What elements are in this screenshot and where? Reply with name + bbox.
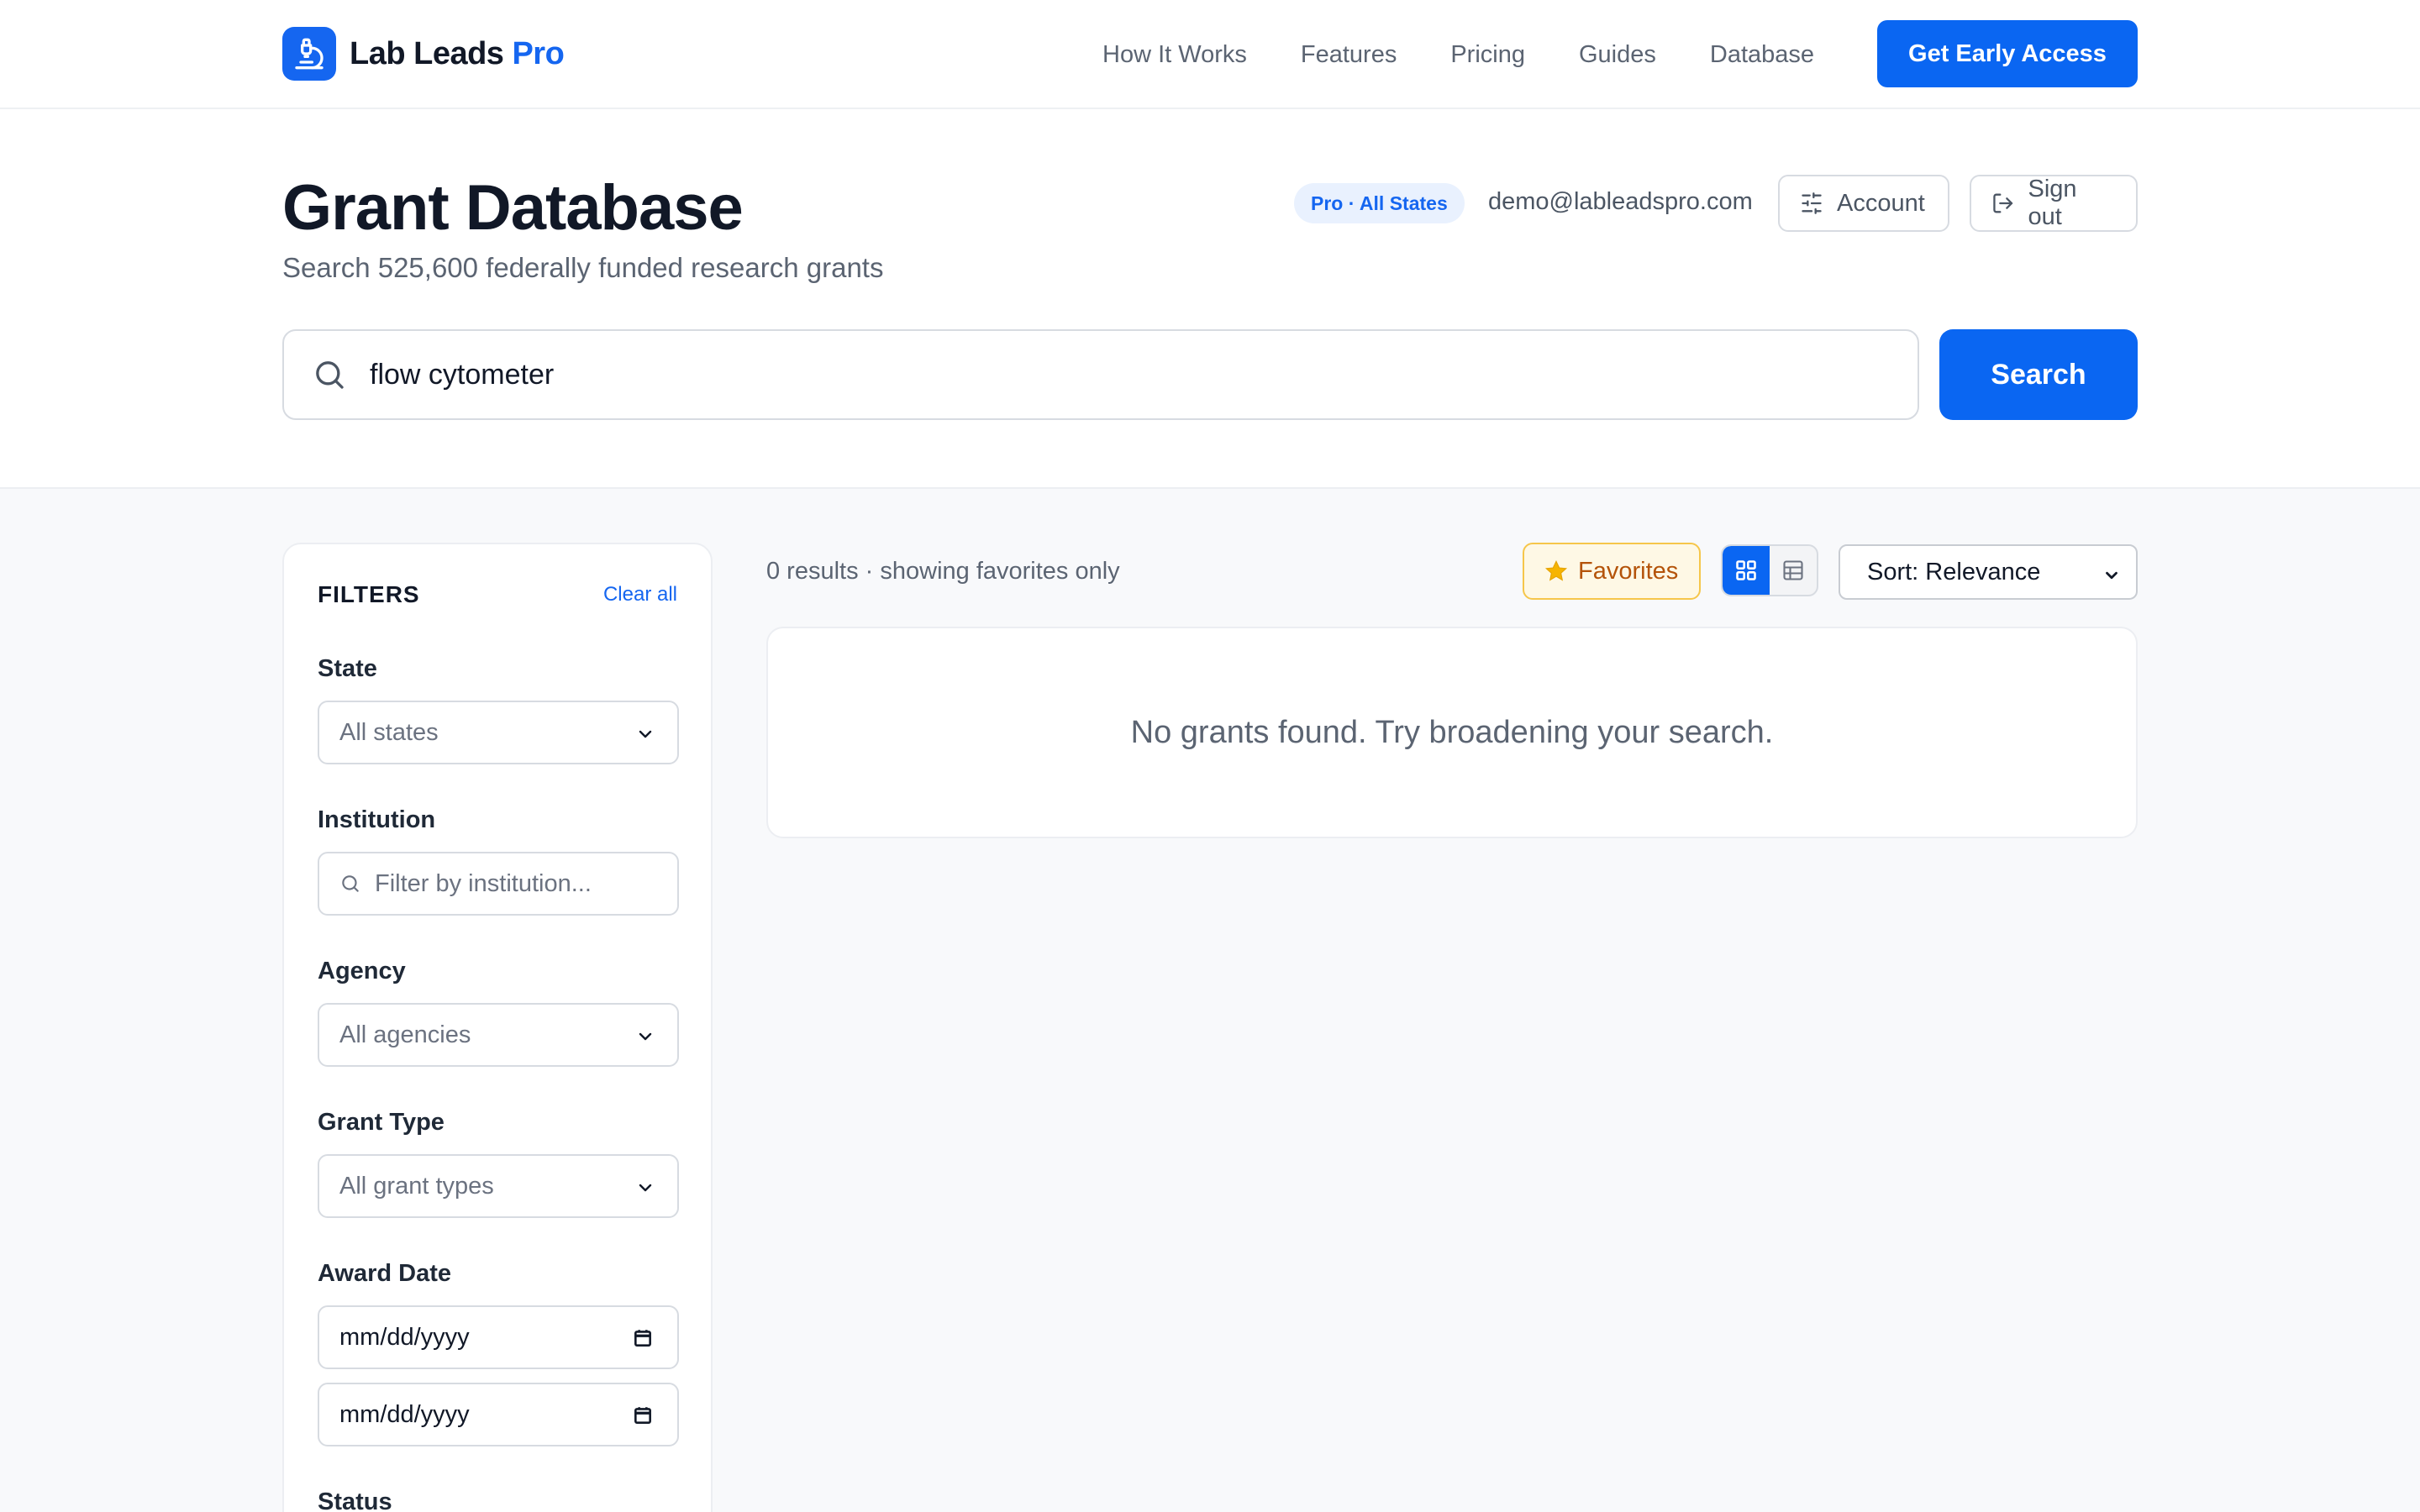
- nav-links: How It Works Features Pricing Guides Dat…: [1102, 0, 1814, 109]
- brand-name: Lab Leads Pro: [350, 35, 565, 71]
- filters-panel: FILTERS Clear all State All states Insti…: [282, 543, 713, 1512]
- star-icon: [1544, 559, 1568, 581]
- empty-results-card: No grants found. Try broadening your sea…: [766, 627, 2138, 838]
- chevron-down-icon: [639, 1032, 652, 1041]
- status-label: Status: [318, 1488, 392, 1512]
- sign-out-button-label: Sign out: [2028, 176, 2077, 230]
- sort-select[interactable]: Sort: Relevance: [1839, 544, 2138, 600]
- award-date-from-value: mm/dd/yyyy: [339, 1323, 470, 1351]
- agency-select[interactable]: All agencies: [318, 1003, 679, 1067]
- state-select-value: All states: [339, 718, 439, 746]
- nav-link-pricing[interactable]: Pricing: [1450, 41, 1525, 69]
- search-icon: [316, 361, 344, 389]
- page-subtitle: Search 525,600 federally funded research…: [282, 252, 884, 283]
- nav-link-database[interactable]: Database: [1710, 41, 1814, 69]
- search-button[interactable]: Search: [1939, 329, 2138, 420]
- get-early-access-button[interactable]: Get Early Access: [1877, 20, 2138, 87]
- institution-placeholder: Filter by institution...: [375, 869, 592, 897]
- view-toggle: [1721, 544, 1818, 596]
- grid-icon: [1736, 560, 1756, 580]
- state-select[interactable]: All states: [318, 701, 679, 764]
- sliders-icon: [1802, 192, 1822, 214]
- account-button-label: Account: [1837, 189, 1925, 217]
- page-header: Grant Database Search 525,600 federally …: [0, 109, 2420, 489]
- search-input[interactable]: [370, 358, 1798, 391]
- favorites-label: Favorites: [1578, 557, 1679, 585]
- award-date-label: Award Date: [318, 1260, 452, 1287]
- grid-view-button[interactable]: [1723, 546, 1770, 595]
- favorites-toggle-button[interactable]: Favorites: [1523, 543, 1701, 600]
- log-out-icon: [1993, 193, 2013, 213]
- account-button[interactable]: Account: [1778, 175, 1949, 232]
- calendar-icon[interactable]: [632, 1327, 654, 1349]
- search-box: [282, 329, 1919, 420]
- agency-select-value: All agencies: [339, 1021, 471, 1048]
- nav-link-guides[interactable]: Guides: [1579, 41, 1656, 69]
- page: Lab Leads Pro How It Works Features Prici…: [0, 0, 2420, 1512]
- calendar-icon[interactable]: [632, 1404, 654, 1426]
- table-icon: [1783, 560, 1803, 580]
- page-title: Grant Database: [282, 172, 744, 244]
- chevron-down-icon: [2106, 571, 2118, 580]
- grant-type-select-value: All grant types: [339, 1172, 494, 1200]
- sign-out-button[interactable]: Sign out: [1970, 175, 2138, 232]
- clear-all-link[interactable]: Clear all: [603, 583, 677, 606]
- institution-filter-input[interactable]: Filter by institution...: [318, 852, 679, 916]
- top-navbar: Lab Leads Pro How It Works Features Prici…: [0, 0, 2420, 109]
- grant-type-label: Grant Type: [318, 1109, 445, 1136]
- agency-label: Agency: [318, 958, 406, 984]
- award-date-to-value: mm/dd/yyyy: [339, 1400, 470, 1428]
- brand[interactable]: Lab Leads Pro: [282, 26, 565, 81]
- results-summary: 0 results · showing favorites only: [766, 558, 1120, 585]
- brand-accent: Pro: [512, 35, 565, 71]
- award-date-to-input[interactable]: mm/dd/yyyy: [318, 1383, 679, 1446]
- search-icon: [342, 875, 359, 892]
- sort-select-value: Sort: Relevance: [1867, 558, 2041, 585]
- nav-link-how-it-works[interactable]: How It Works: [1102, 41, 1247, 69]
- grant-type-select[interactable]: All grant types: [318, 1154, 679, 1218]
- chevron-down-icon: [639, 1184, 652, 1192]
- user-email: demo@lableadspro.com: [1488, 188, 1753, 215]
- state-label: State: [318, 655, 377, 682]
- plan-badge: Pro · All States: [1294, 183, 1465, 223]
- nav-link-features[interactable]: Features: [1301, 41, 1397, 69]
- chevron-down-icon: [639, 730, 652, 738]
- table-view-button[interactable]: [1770, 546, 1817, 595]
- institution-label: Institution: [318, 806, 436, 833]
- empty-results-message: No grants found. Try broadening your sea…: [1130, 714, 1774, 750]
- microscope-logo-icon: [282, 27, 336, 81]
- filters-title: FILTERS: [318, 581, 420, 607]
- award-date-from-input[interactable]: mm/dd/yyyy: [318, 1305, 679, 1369]
